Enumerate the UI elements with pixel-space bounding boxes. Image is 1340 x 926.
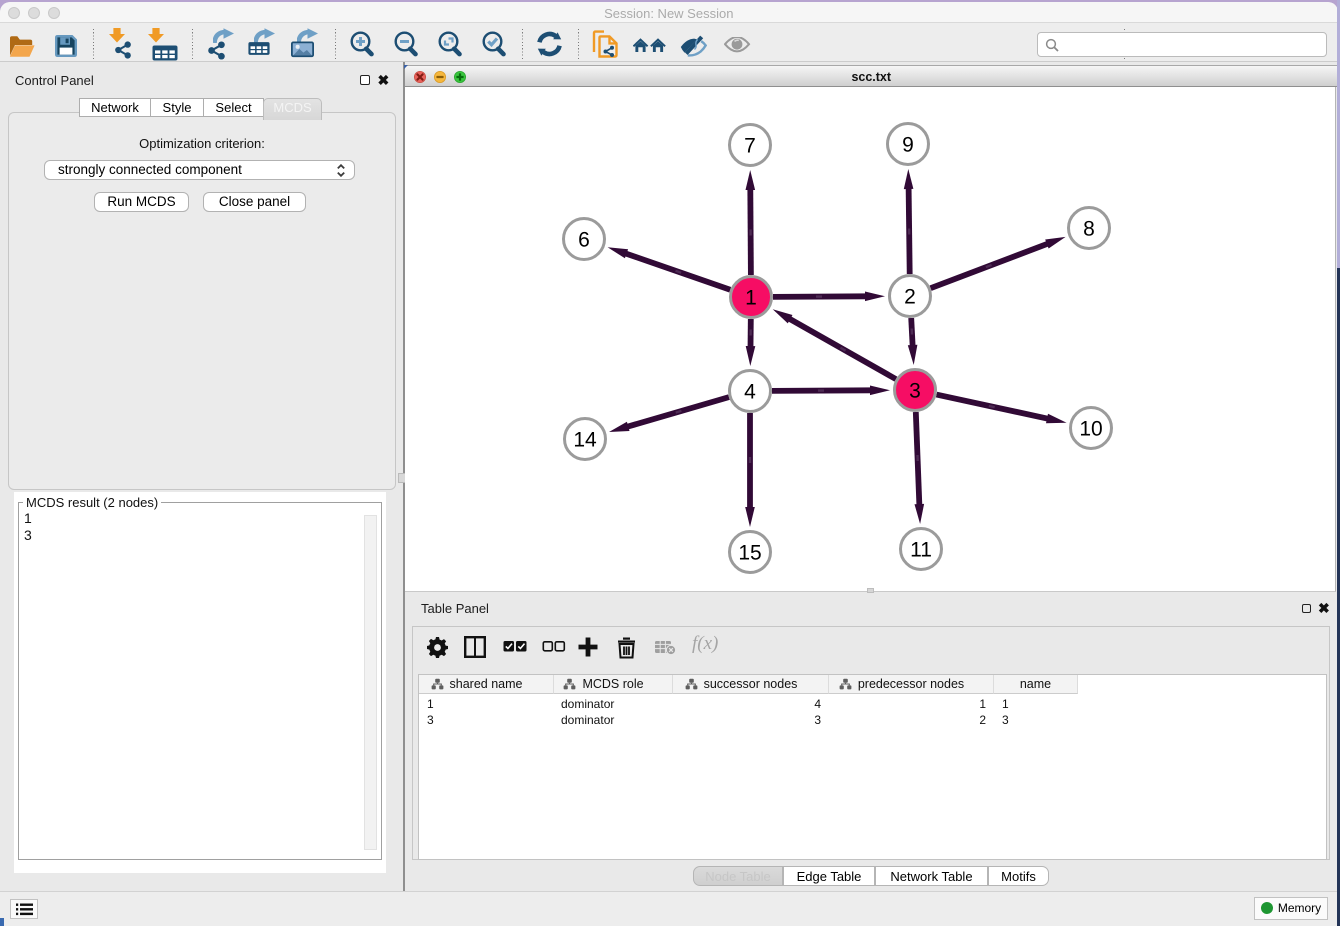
svg-text:9: 9 <box>902 134 914 157</box>
svg-text:7: 7 <box>744 135 756 158</box>
svg-text:10: 10 <box>1079 418 1102 441</box>
svg-text:11: 11 <box>910 539 932 562</box>
svg-text:4: 4 <box>744 381 756 404</box>
svg-text:3: 3 <box>909 380 921 403</box>
svg-text:1: 1 <box>745 287 757 310</box>
svg-text:15: 15 <box>738 542 761 565</box>
svg-text:2: 2 <box>904 286 916 309</box>
svg-text:6: 6 <box>578 229 590 252</box>
svg-text:14: 14 <box>573 429 597 452</box>
svg-text:8: 8 <box>1083 218 1095 241</box>
